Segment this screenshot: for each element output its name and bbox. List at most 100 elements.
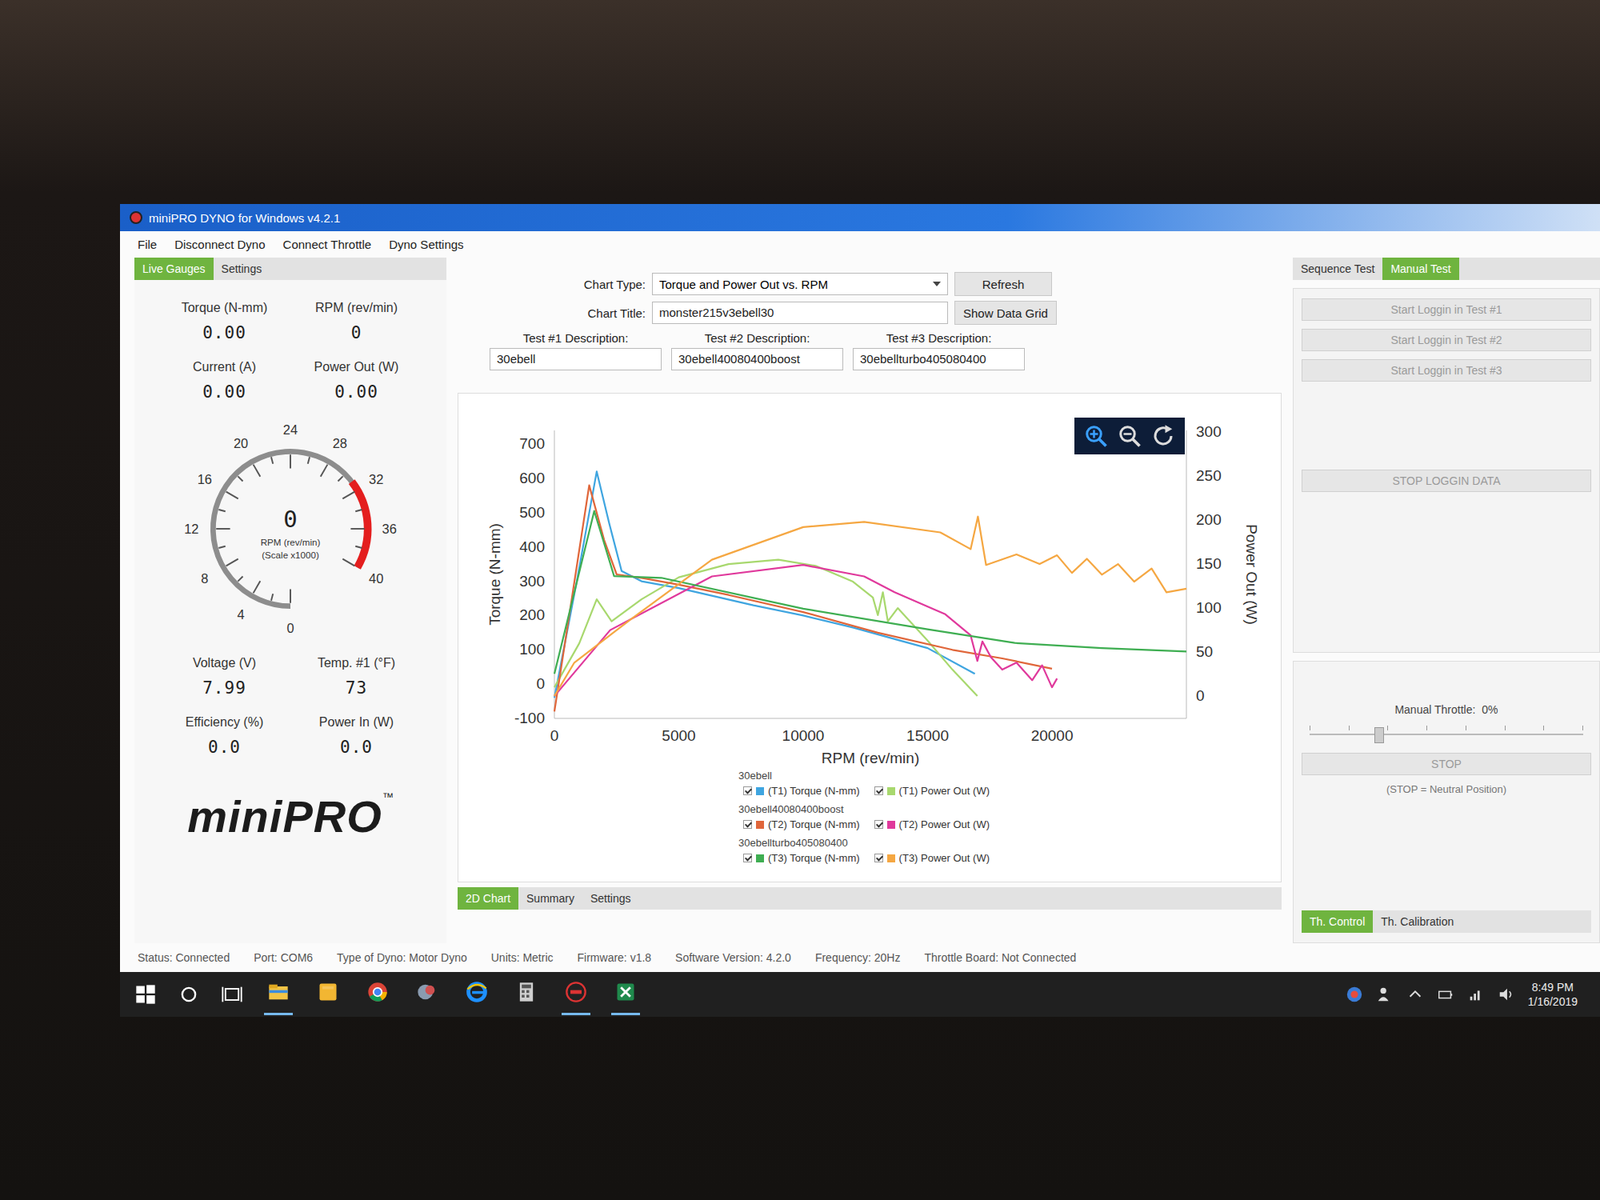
- legend-item[interactable]: (T2) Torque (N-mm): [743, 818, 860, 831]
- menu-item[interactable]: Dyno Settings: [388, 237, 464, 252]
- legend-label: (T3) Torque (N-mm): [768, 852, 860, 864]
- refresh-button[interactable]: Refresh: [954, 272, 1052, 296]
- taskbar: 8:49 PM1/16/2019: [120, 972, 1600, 1017]
- start-logging-button[interactable]: Start Loggin in Test #2: [1301, 328, 1592, 352]
- dial-tick: [337, 476, 343, 481]
- throttle-tab[interactable]: Th. Control: [1301, 910, 1373, 933]
- legend-item[interactable]: (T1) Power Out (W): [874, 784, 990, 797]
- status-item: Type of Dyno: Motor Dyno: [336, 951, 468, 964]
- volume-icon[interactable]: [1497, 985, 1516, 1004]
- legend-item[interactable]: (T1) Torque (N-mm): [743, 784, 860, 797]
- x-tick: 10000: [782, 727, 825, 744]
- zoom-in-icon[interactable]: [1084, 424, 1108, 448]
- legend-group: 30ebellturbo405080400(T3) Torque (N-mm)(…: [738, 836, 1273, 864]
- chart-type-label: Chart Type:: [577, 277, 646, 292]
- clock[interactable]: 8:49 PM1/16/2019: [1528, 980, 1578, 1008]
- status-item: Port: COM6: [253, 951, 313, 964]
- legend-checkbox[interactable]: [743, 853, 752, 863]
- search-icon[interactable]: [177, 983, 200, 1006]
- dial-tick-label: 24: [283, 422, 298, 437]
- chart-tab[interactable]: Summary: [518, 887, 583, 910]
- taskbar-app[interactable]: [313, 974, 343, 1016]
- legend-item[interactable]: (T3) Torque (N-mm): [743, 852, 860, 864]
- taskbar-app[interactable]: [561, 974, 591, 1016]
- dial-tick: [308, 456, 310, 464]
- throttle-note: (STOP = Neutral Position): [1301, 783, 1592, 796]
- legend-checkbox[interactable]: [743, 786, 752, 796]
- legend-swatch: [756, 854, 764, 863]
- chart-title-label: Chart Title:: [577, 306, 646, 320]
- dial-tick: [271, 593, 273, 600]
- legend-checkbox[interactable]: [874, 786, 884, 796]
- throttle-stop-button[interactable]: STOP: [1301, 752, 1592, 776]
- system-tray: 8:49 PM1/16/2019: [1345, 980, 1586, 1008]
- chart-title-field[interactable]: monster215v3ebell30: [652, 301, 948, 324]
- taskbar-app[interactable]: [363, 974, 392, 1016]
- chart-title-row: Chart Title: monster215v3ebell30 Show Data…: [577, 300, 1282, 325]
- legend-checkbox[interactable]: [874, 820, 884, 829]
- status-bar: Status: Connected Port: COM6 Type of Dyno:…: [120, 943, 1600, 972]
- throttle-slider[interactable]: [1309, 724, 1584, 745]
- dial-tick-label: 12: [184, 521, 199, 536]
- legend-item[interactable]: (T3) Power Out (W): [874, 852, 990, 864]
- y-left-tick: 500: [519, 504, 545, 521]
- dial-tick: [320, 464, 328, 477]
- legend-item[interactable]: (T2) Power Out (W): [874, 818, 990, 831]
- left-tab[interactable]: Settings: [213, 257, 271, 280]
- readout-value: 73: [345, 678, 368, 698]
- dial-tick: [289, 588, 292, 603]
- x-title: RPM (rev/min): [821, 749, 920, 767]
- status-item: Status: Connected: [137, 951, 230, 964]
- zoom-out-icon[interactable]: [1117, 424, 1142, 448]
- legend-checkbox[interactable]: [743, 820, 752, 829]
- legend-label: (T1) Torque (N-mm): [768, 784, 860, 797]
- windows-start-icon[interactable]: [134, 983, 157, 1006]
- show-data-grid-button[interactable]: Show Data Grid: [954, 300, 1057, 325]
- left-tab[interactable]: Live Gauges: [134, 257, 214, 280]
- legend-checkbox[interactable]: [874, 853, 884, 863]
- chart-type-dropdown[interactable]: Torque and Power Out vs. RPM: [652, 272, 948, 296]
- status-item: Units: Metric: [491, 951, 554, 964]
- dial-tick: [253, 464, 261, 477]
- battery-icon[interactable]: [1436, 985, 1455, 1004]
- readout-value: 0.00: [202, 323, 247, 343]
- right-tab[interactable]: Sequence Test: [1292, 257, 1383, 280]
- logo-text: miniPRO: [187, 790, 382, 843]
- dial-redline: [352, 481, 368, 568]
- taskbar-app[interactable]: [512, 974, 541, 1016]
- taskbar-app[interactable]: [611, 974, 640, 1016]
- stop-logging-button[interactable]: STOP LOGGIN DATA: [1301, 469, 1592, 492]
- dial-tick: [355, 546, 362, 548]
- menu-item[interactable]: File: [137, 237, 157, 252]
- chart-type-value: Torque and Power Out vs. RPM: [659, 277, 828, 292]
- photo-background: miniPRO DYNO for Windows v4.2.1FileDisco…: [0, 0, 1600, 1200]
- menu-item[interactable]: Disconnect Dyno: [174, 237, 265, 252]
- taskbar-app[interactable]: [412, 974, 442, 1016]
- chart-tab[interactable]: 2D Chart: [457, 887, 519, 910]
- menu-item[interactable]: Connect Throttle: [283, 237, 372, 252]
- test-description-field[interactable]: 30ebell: [489, 348, 662, 371]
- legend-swatch: [887, 787, 896, 796]
- right-tab[interactable]: Manual Test: [1382, 257, 1459, 280]
- taskbar-app[interactable]: [462, 974, 492, 1016]
- slider-thumb[interactable]: [1374, 727, 1384, 744]
- test-description-field[interactable]: 30ebell40080400boost: [671, 348, 844, 371]
- chevron-icon[interactable]: [1406, 985, 1424, 1004]
- app-icon: [129, 211, 143, 224]
- start-logging-button[interactable]: Start Loggin in Test #3: [1301, 359, 1592, 382]
- throttle-tab[interactable]: Th. Calibration: [1372, 910, 1462, 933]
- throttle-label: Manual Throttle:0%: [1301, 703, 1592, 716]
- start-logging-button[interactable]: Start Loggin in Test #1: [1301, 298, 1592, 321]
- taskbar-app[interactable]: [264, 974, 293, 1016]
- readout-label: Temp. #1 (°F): [317, 656, 396, 671]
- help-icon[interactable]: [1345, 985, 1364, 1004]
- reset-zoom-icon[interactable]: [1151, 424, 1176, 448]
- test-description-label: Test #1 Description:: [523, 331, 629, 345]
- test-description-field[interactable]: 30ebellturbo405080400: [852, 348, 1025, 371]
- chart-tab[interactable]: Settings: [582, 887, 640, 910]
- person-icon[interactable]: [1376, 985, 1394, 1004]
- legend-group: 30ebell40080400boost(T2) Torque (N-mm)(T…: [738, 803, 1273, 831]
- task-view-icon[interactable]: [220, 983, 244, 1006]
- network-icon[interactable]: [1467, 985, 1485, 1004]
- app-window: miniPRO DYNO for Windows v4.2.1FileDisco…: [120, 204, 1600, 972]
